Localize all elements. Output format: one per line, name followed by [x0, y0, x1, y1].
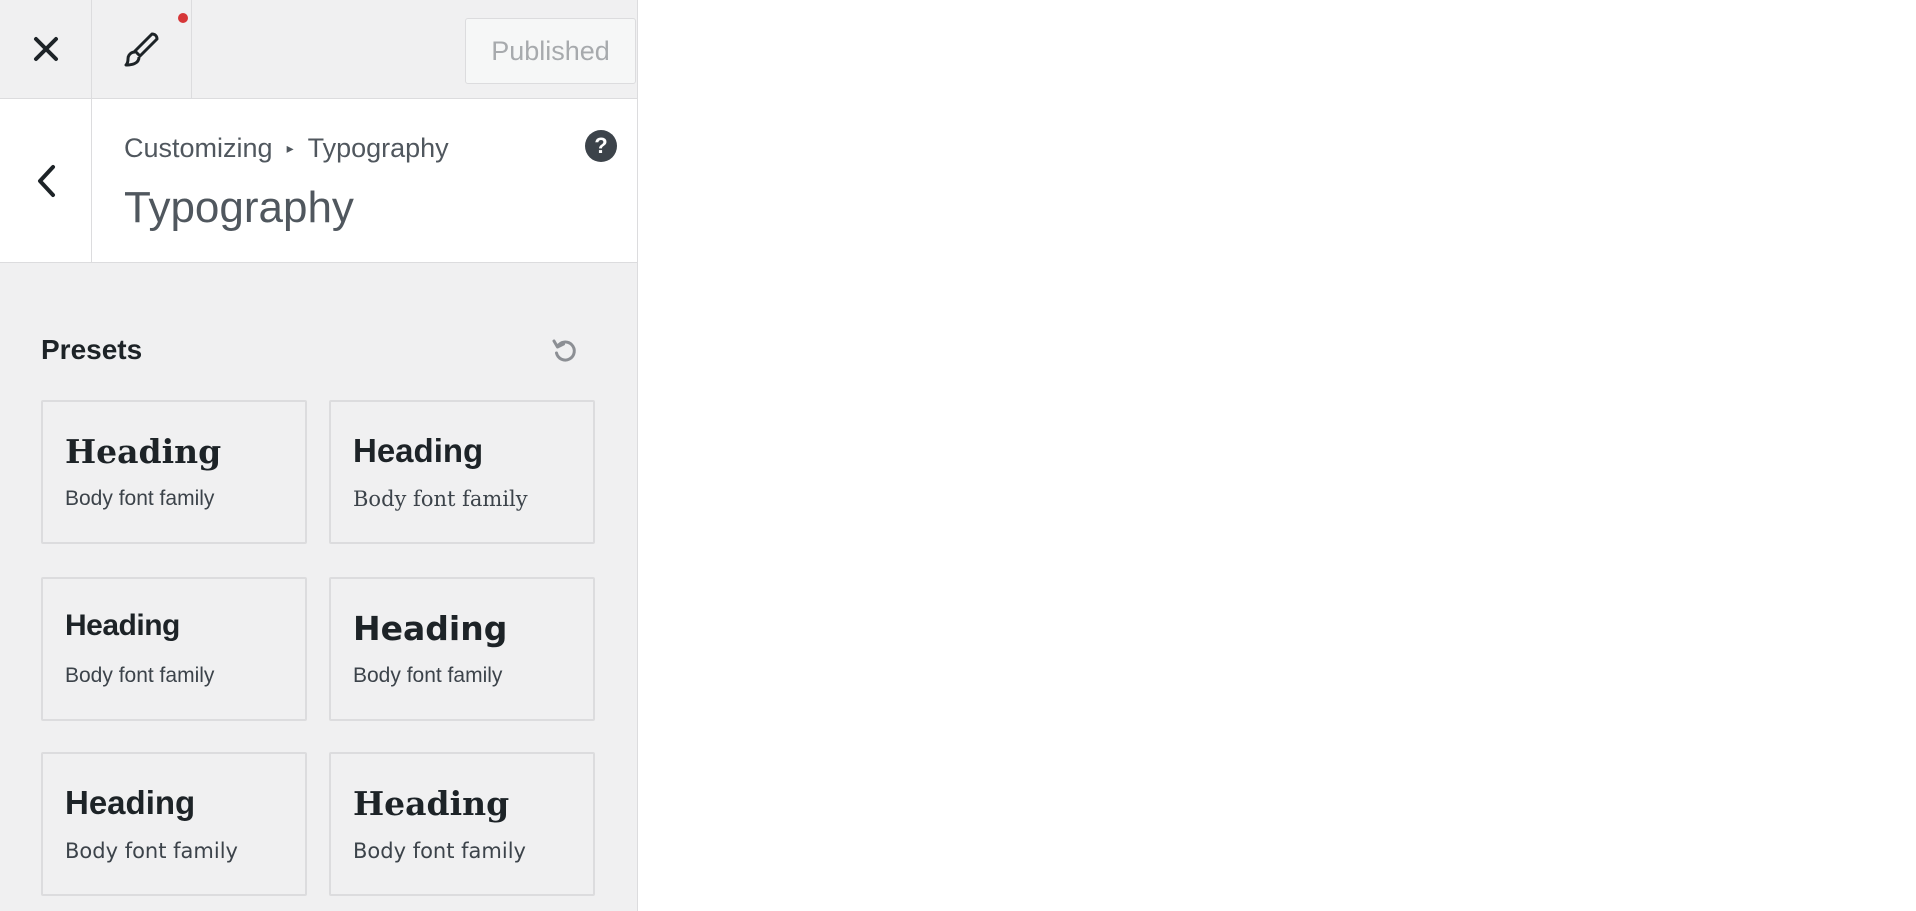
close-button[interactable] [0, 0, 92, 98]
help-button[interactable]: ? [585, 130, 617, 162]
reset-icon [552, 339, 576, 362]
preset-heading: Heading [65, 432, 222, 471]
close-icon [33, 37, 58, 61]
presets-title: Presets [41, 334, 143, 365]
preset-heading: Heading [353, 609, 508, 648]
preset-body: Body font family [353, 487, 528, 511]
preset-card-2[interactable]: Heading Body font family [329, 400, 595, 544]
chevron-left-icon [37, 164, 55, 197]
back-button[interactable] [0, 99, 92, 262]
preset-card-5[interactable]: Heading Body font family [41, 752, 307, 896]
breadcrumb-current: Typography [307, 133, 449, 163]
preset-card-4[interactable]: Heading Body font family [329, 577, 595, 721]
publish-button[interactable]: Published [465, 18, 636, 84]
customize-brush-button[interactable] [92, 0, 192, 98]
preset-body: Body font family [65, 839, 238, 863]
preset-body: Body font family [65, 664, 215, 687]
preset-card-6[interactable]: Heading Body font family [329, 752, 595, 896]
section-header: Customizing ▸ Typography Typography ? [0, 99, 637, 263]
preset-heading: Heading [65, 609, 180, 642]
preset-heading: Heading [353, 784, 510, 823]
breadcrumb: Customizing ▸ Typography [124, 133, 449, 164]
customizer-topbar: Published [0, 0, 637, 99]
notification-dot [178, 13, 188, 23]
site-preview [638, 0, 1916, 911]
preset-card-1[interactable]: Heading Body font family [41, 400, 307, 544]
paintbrush-icon [124, 32, 158, 67]
preset-body: Body font family [65, 487, 215, 510]
preset-heading: Heading [353, 432, 484, 469]
preset-heading: Heading [65, 784, 196, 821]
preset-body: Body font family [353, 839, 526, 863]
customizer-sidebar: Published Customizing ▸ Typography Typog… [0, 0, 638, 911]
help-icon: ? [594, 133, 608, 158]
breadcrumb-separator: ▸ [286, 140, 294, 156]
preset-body: Body font family [353, 664, 503, 687]
breadcrumb-root: Customizing [124, 133, 273, 163]
preset-card-3[interactable]: Heading Body font family [41, 577, 307, 721]
page-title: Typography [124, 183, 354, 232]
reset-presets-button[interactable] [549, 334, 581, 366]
